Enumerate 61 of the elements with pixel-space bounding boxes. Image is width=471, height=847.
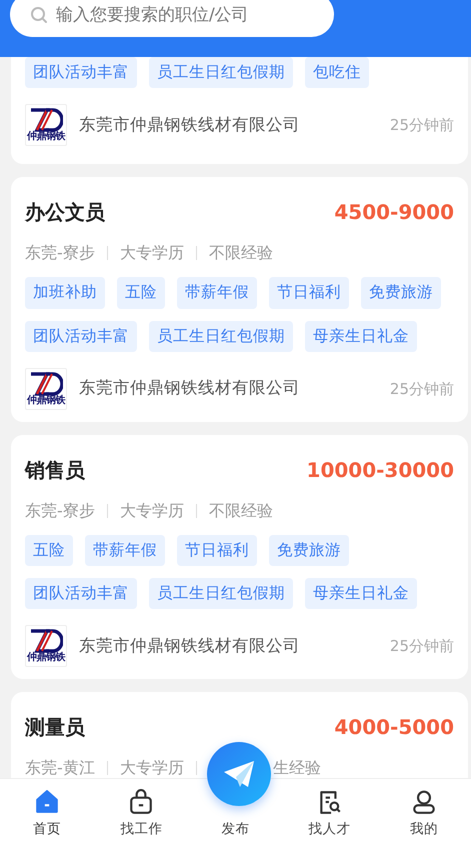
benefit-tag: 带薪年假 xyxy=(85,534,165,566)
company-name: 东莞市仲鼎钢铁线材有限公司 xyxy=(79,114,301,136)
logo-mark-icon xyxy=(29,629,63,654)
benefit-tag: 免费旅游 xyxy=(269,534,349,566)
job-meta: 东莞-寮步 xyxy=(25,500,95,522)
job-title: 销售员 xyxy=(25,456,85,484)
paper-plane-icon xyxy=(222,759,256,789)
briefcase-icon xyxy=(128,788,154,815)
benefit-tag: 团队活动丰富 xyxy=(25,57,137,88)
job-meta: 大专学历 xyxy=(120,500,184,522)
search-icon xyxy=(30,6,48,24)
person-icon xyxy=(410,788,437,815)
job-card[interactable]: 办公文员 4500-9000 东莞-寮步 大专学历 不限经验 加班补助 五险 带薪年假 节日福利 免费旅游 团队活动丰富 员工生日红包假期 母亲生日礼金 仲鼎钢铁 东莞市仲鼎钢铁线材有限公司 25分钟前 xyxy=(11,177,468,422)
job-card[interactable]: 团队活动丰富 员工生日红包假期 包吃住 仲鼎钢铁 东莞市仲鼎钢铁线材有限公司 25分钟前 xyxy=(11,57,468,164)
logo-text: 仲鼎钢铁 xyxy=(27,132,65,142)
nav-tab[interactable]: 首页 xyxy=(0,779,94,847)
benefit-tag: 节日福利 xyxy=(269,277,349,308)
salary: 4500-9000 xyxy=(334,199,454,226)
search-field[interactable]: 输入您要搜索的职位/公司 xyxy=(56,0,314,37)
home-icon xyxy=(34,788,60,815)
job-card[interactable]: 销售员 10000-30000 东莞-寮步 大专学历 不限经验 五险 带薪年假 节日福利 免费旅游 团队活动丰富 员工生日红包假期 母亲生日礼金 仲鼎钢铁 东莞市仲鼎钢铁线材有限公司 25分钟前 xyxy=(11,434,468,680)
search-bar[interactable]: 输入您要搜索的职位/公司 xyxy=(10,0,334,37)
benefit-tag: 母亲生日礼金 xyxy=(305,578,417,610)
benefit-tag: 带薪年假 xyxy=(177,277,257,308)
job-meta: 东莞-寮步 xyxy=(25,242,95,264)
salary: 4000-5000 xyxy=(334,714,454,742)
benefit-tag: 包吃住 xyxy=(305,57,369,88)
benefit-tag: 加班补助 xyxy=(25,277,105,308)
benefit-tag: 母亲生日礼金 xyxy=(305,320,417,352)
benefit-tag: 员工生日红包假期 xyxy=(149,320,293,352)
nav-tab[interactable]: 找人才 xyxy=(282,779,377,847)
benefit-tag: 五险 xyxy=(25,534,73,566)
logo-text: 仲鼎钢铁 xyxy=(27,396,65,406)
nav-tab[interactable]: 找工作 xyxy=(94,779,188,847)
benefit-tag: 员工生日红包假期 xyxy=(149,57,293,88)
job-card[interactable]: 测量员 4000-5000 东莞-黄江 大专学历 生经验 xyxy=(11,692,468,778)
benefit-tag: 团队活动丰富 xyxy=(25,578,137,610)
company-name: 东莞市仲鼎钢铁线材有限公司 xyxy=(79,377,301,400)
job-title: 测量员 xyxy=(25,714,85,742)
nav-tab[interactable]: 发布 xyxy=(222,818,250,839)
job-meta: 不限经验 xyxy=(208,500,273,522)
job-meta: 不限经验 xyxy=(208,242,273,264)
benefit-tag: 节日福利 xyxy=(177,534,257,566)
benefit-tag: 团队活动丰富 xyxy=(25,320,137,352)
logo-text: 仲鼎钢铁 xyxy=(27,653,65,664)
benefit-tag: 五险 xyxy=(117,277,165,308)
job-meta: 大专学历 xyxy=(120,242,184,264)
logo-mark-icon xyxy=(29,108,63,132)
post-time: 25分钟前 xyxy=(390,115,454,136)
nav-tab[interactable]: 我的 xyxy=(376,779,471,847)
job-meta: 大专学历 xyxy=(120,757,184,778)
job-meta: 生经验 xyxy=(272,757,321,778)
benefit-tag: 员工生日红包假期 xyxy=(149,578,293,610)
post-time: 25分钟前 xyxy=(390,636,454,657)
job-title: 办公文员 xyxy=(25,199,105,226)
logo-mark-icon xyxy=(29,372,63,396)
salary: 10000-30000 xyxy=(306,456,454,484)
post-time: 25分钟前 xyxy=(390,378,454,400)
benefit-tag: 免费旅游 xyxy=(361,277,441,308)
job-meta: 东莞-黄江 xyxy=(25,757,95,778)
company-name: 东莞市仲鼎钢铁线材有限公司 xyxy=(79,634,301,657)
